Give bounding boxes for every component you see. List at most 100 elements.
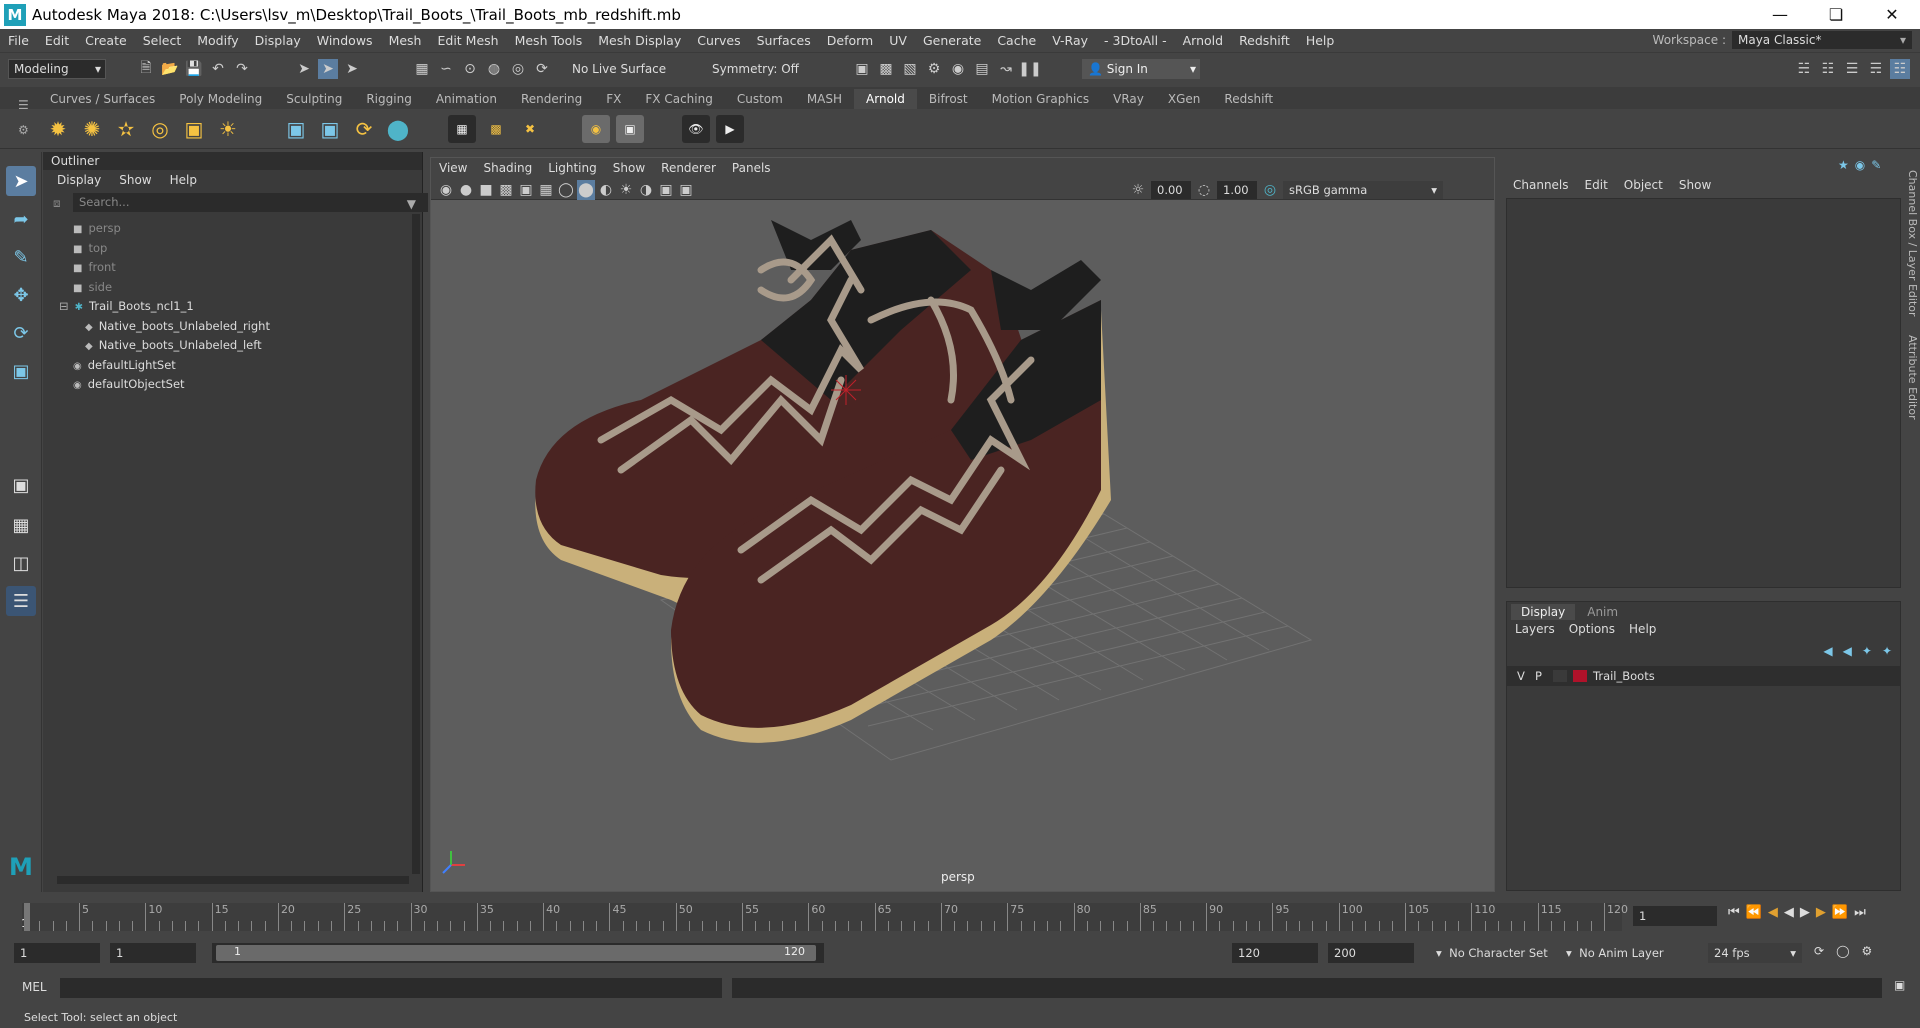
shelf-tab-rendering[interactable]: Rendering xyxy=(509,89,594,109)
bookmark-icon[interactable]: ● xyxy=(457,180,475,200)
shelf-tab-poly-modeling[interactable]: Poly Modeling xyxy=(167,89,274,109)
viewport-menu-view[interactable]: View xyxy=(439,161,467,175)
textured-icon[interactable]: ◐ xyxy=(597,180,615,200)
image-plane-icon[interactable]: ■ xyxy=(477,180,495,200)
menu-windows[interactable]: Windows xyxy=(309,33,381,48)
flush-caches-icon[interactable]: ✖ xyxy=(516,115,544,143)
area-light-icon[interactable]: ✹ xyxy=(44,115,72,143)
xray-icon[interactable]: ▣ xyxy=(677,180,695,200)
save-scene-icon[interactable]: 💾 xyxy=(184,59,204,79)
character-set-dropdown[interactable]: ▾ No Character Set xyxy=(1436,946,1548,960)
shelf-tab-arnold[interactable]: Arnold xyxy=(854,89,917,109)
color-space-dropdown[interactable]: sRGB gamma ▾ xyxy=(1283,181,1443,199)
outliner-layout-icon[interactable]: ☰ xyxy=(6,586,36,616)
range-slider-handle[interactable] xyxy=(216,945,816,961)
shelf-tab-curves-surfaces[interactable]: Curves / Surfaces xyxy=(38,89,167,109)
redo-icon[interactable]: ↷ xyxy=(232,59,252,79)
anim-layer-dropdown[interactable]: ▾ No Anim Layer xyxy=(1566,946,1664,960)
outliner-hscrollbar[interactable] xyxy=(57,876,409,884)
persp-outliner-layout-icon[interactable]: ◫ xyxy=(6,548,36,578)
render-sequence-icon[interactable]: ▤ xyxy=(972,59,992,79)
outliner-menu-show[interactable]: Show xyxy=(119,173,151,187)
exposure-icon[interactable]: ☼ xyxy=(1129,180,1147,200)
outliner-search-input[interactable]: Search... xyxy=(73,193,428,212)
range-slider-track[interactable]: 1 120 xyxy=(212,943,824,963)
grid-toggle-icon[interactable]: ▦ xyxy=(537,180,555,200)
viewport-menu-panels[interactable]: Panels xyxy=(732,161,771,175)
channel-menu-channels[interactable]: Channels xyxy=(1513,178,1569,192)
menu-arnold[interactable]: Arnold xyxy=(1175,33,1231,48)
scene-start-field[interactable]: 1 xyxy=(14,943,100,963)
layer-menu-help[interactable]: Help xyxy=(1629,622,1656,636)
pin-icon[interactable]: ★ xyxy=(1838,158,1849,172)
layer-reference-toggle[interactable] xyxy=(1553,670,1567,682)
render-frame-icon[interactable]: ▩ xyxy=(876,59,896,79)
sweep-icon[interactable]: ↝ xyxy=(996,59,1016,79)
outliner-item[interactable]: ■ top xyxy=(73,238,107,258)
outliner-item[interactable]: ⊟ ✱ Trail_Boots_ncl1_1 xyxy=(59,296,194,316)
layer-color-swatch[interactable] xyxy=(1573,670,1587,682)
select-hierarchy-icon[interactable]: ➤ xyxy=(294,59,314,79)
render-view-icon[interactable]: ▣ xyxy=(852,59,872,79)
attribute-editor-side-tab[interactable]: Attribute Editor xyxy=(1906,335,1919,420)
close-button[interactable]: ✕ xyxy=(1864,0,1920,29)
move-tool-icon[interactable]: ✥ xyxy=(6,280,36,310)
minimize-button[interactable]: — xyxy=(1752,0,1808,29)
shelf-tab-redshift[interactable]: Redshift xyxy=(1212,89,1285,109)
move-layer-up-icon[interactable]: ◀ xyxy=(1823,644,1832,658)
outliner-item[interactable]: ◆ Native_boots_Unlabeled_right xyxy=(85,316,270,336)
menu-uv[interactable]: UV xyxy=(881,33,915,48)
rotate-tool-icon[interactable]: ⟳ xyxy=(6,318,36,348)
ipr-render-icon[interactable]: ▧ xyxy=(900,59,920,79)
human-ik-icon[interactable]: ☷ xyxy=(1818,59,1838,79)
menu-deform[interactable]: Deform xyxy=(819,33,881,48)
scale-tool-icon[interactable]: ▣ xyxy=(6,356,36,386)
layer-visibility-toggle[interactable]: V xyxy=(1517,669,1535,683)
3d-scene[interactable]: persp xyxy=(431,200,1494,891)
mel-label[interactable]: MEL xyxy=(22,980,47,994)
snap-grid-icon[interactable]: ▦ xyxy=(412,59,432,79)
new-layer-selected-icon[interactable]: ✦ xyxy=(1882,644,1892,658)
pause-icon[interactable]: ❚❚ xyxy=(1018,59,1041,79)
camera-attributes-icon[interactable]: ◉ xyxy=(437,180,455,200)
stand-in-icon[interactable]: ▣ xyxy=(282,115,310,143)
move-layer-down-icon[interactable]: ◀ xyxy=(1843,644,1852,658)
outliner-item[interactable]: ◆ Native_boots_Unlabeled_left xyxy=(85,335,262,355)
current-frame-marker[interactable] xyxy=(24,903,30,931)
outliner-vscrollbar[interactable] xyxy=(412,214,420,874)
loop-icon[interactable]: ⟳ xyxy=(1814,944,1824,958)
menu-mesh-tools[interactable]: Mesh Tools xyxy=(507,33,591,48)
menu-cache[interactable]: Cache xyxy=(989,33,1044,48)
viewport-menu-show[interactable]: Show xyxy=(613,161,645,175)
menu-curves[interactable]: Curves xyxy=(689,33,748,48)
live-surface-field[interactable]: No Live Surface xyxy=(566,59,676,79)
sign-in-button[interactable]: 👤 Sign In ▾ xyxy=(1082,59,1200,79)
menu-display[interactable]: Display xyxy=(247,33,309,48)
select-object-icon[interactable]: ➤ xyxy=(318,59,338,79)
layer-row[interactable]: V P Trail_Boots xyxy=(1507,666,1655,686)
script-editor-icon[interactable]: ▣ xyxy=(1894,978,1905,992)
skydome-light-icon[interactable]: ◎ xyxy=(146,115,174,143)
render-icon[interactable]: ▦ xyxy=(448,115,476,143)
lights-icon[interactable]: ☀ xyxy=(617,180,635,200)
step-forward-key-icon[interactable]: ⏩ xyxy=(1832,905,1848,920)
new-layer-icon[interactable]: ✦ xyxy=(1862,644,1872,658)
outliner-item[interactable]: ■ persp xyxy=(73,218,121,238)
arnold-renderview-icon[interactable]: 👁 xyxy=(682,115,710,143)
step-forward-frame-icon[interactable]: ▶ xyxy=(1816,905,1826,920)
search-dropdown-icon[interactable]: ▼ xyxy=(407,197,416,211)
texture-tx-icon[interactable]: ▩ xyxy=(482,115,510,143)
help-icon[interactable]: ◉ xyxy=(1855,158,1865,172)
attribute-editor-toggle-icon[interactable]: ☰ xyxy=(1842,59,1862,79)
symmetry-dropdown[interactable]: Symmetry: Off xyxy=(706,59,806,79)
four-view-icon[interactable]: ▦ xyxy=(6,510,36,540)
go-to-end-icon[interactable]: ⏭ xyxy=(1854,905,1866,920)
shelf-tab-rigging[interactable]: Rigging xyxy=(354,89,423,109)
mode-dropdown[interactable]: Modeling ▾ xyxy=(8,59,106,79)
shelf-tab-custom[interactable]: Custom xyxy=(725,89,795,109)
shelf-tab-animation[interactable]: Animation xyxy=(424,89,509,109)
export-stand-in-icon[interactable]: ▣ xyxy=(316,115,344,143)
paint-select-tool-icon[interactable]: ✎ xyxy=(6,242,36,272)
channel-box-side-tab[interactable]: Channel Box / Layer Editor xyxy=(1906,170,1919,317)
hypershade-icon[interactable]: ◉ xyxy=(948,59,968,79)
